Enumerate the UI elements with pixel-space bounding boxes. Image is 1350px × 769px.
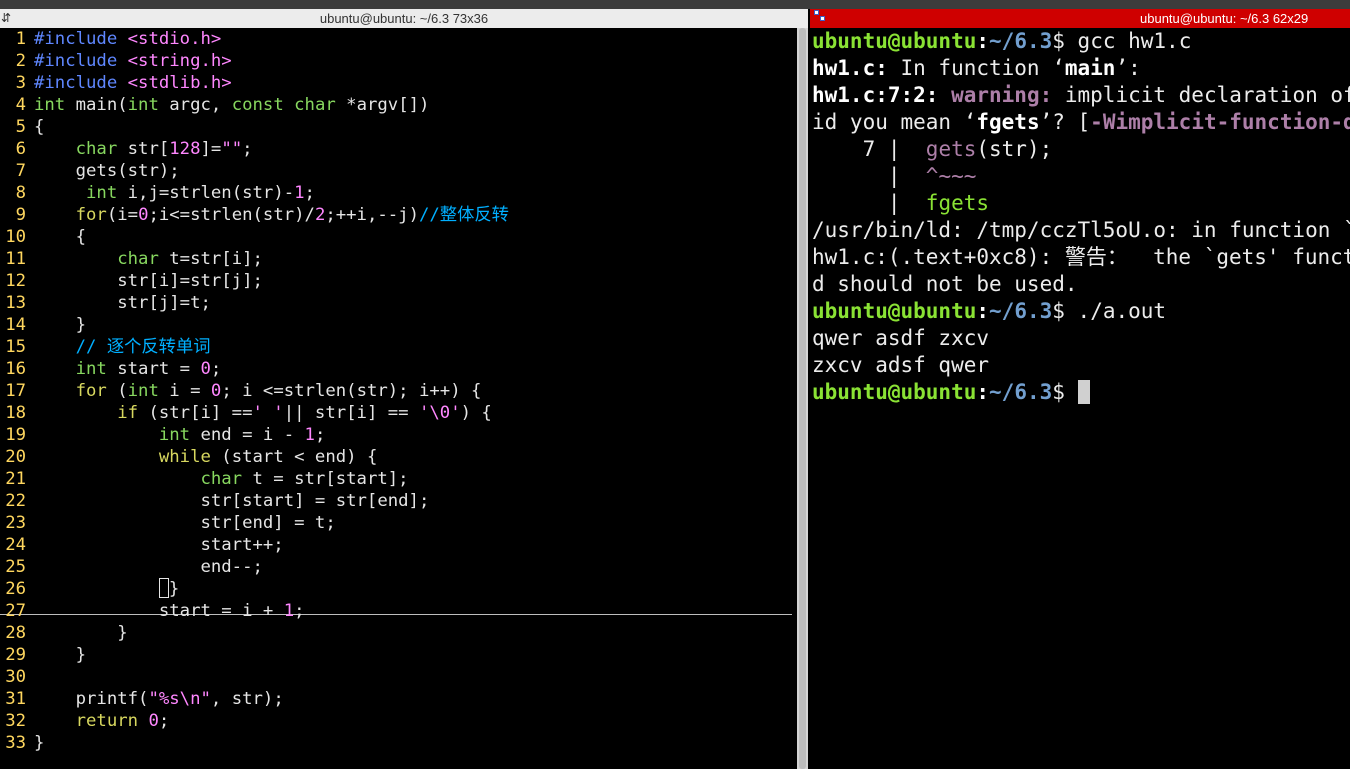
line-number: 21 (5, 469, 26, 489)
line-number: 19 (5, 425, 26, 445)
code-line: 18 if (str[i] ==' '|| str[i] == '\0') { (0, 402, 796, 424)
line-number: 3 (15, 73, 26, 93)
line-number: 2 (15, 51, 26, 71)
line-number: 26 (5, 579, 26, 599)
code-line: 20 while (start < end) { (0, 446, 796, 468)
code-line: 33} (0, 732, 796, 754)
window-menu-icon[interactable]: ⇵ (1, 9, 11, 28)
code-line: 5{ (0, 116, 796, 138)
scrollbar-thumb[interactable] (799, 28, 806, 769)
code-line: 25 end--; (0, 556, 796, 578)
output-line: hw1.c:7:2: warning: implicit declaration… (812, 83, 1350, 107)
line-number: 14 (5, 315, 26, 335)
code-line: 12 str[i]=str[j]; (0, 270, 796, 292)
code-line: 19 int end = i - 1; (0, 424, 796, 446)
code-line: 2 #include <string.h> (0, 50, 796, 72)
scrollbar[interactable] (797, 28, 808, 769)
code-line: 21 char t = str[start]; (0, 468, 796, 490)
top-strip (0, 0, 1350, 9)
terminal-window-right[interactable]: ubuntu@ubuntu: ~/6.3 62x29 ubuntu@ubuntu… (810, 9, 1350, 769)
line-number: 23 (5, 513, 26, 533)
line-number: 6 (15, 139, 26, 159)
code-line: 23 str[end] = t; (0, 512, 796, 534)
line-number: 17 (5, 381, 26, 401)
output-line: | fgets (812, 191, 990, 215)
line-number: 9 (15, 205, 26, 225)
code-line: 4 int main(int argc, const char *argv[]) (0, 94, 796, 116)
line-number: 15 (5, 337, 26, 357)
line-number: 20 (5, 447, 26, 467)
output-line: id you mean ‘fgets’? [-Wimplicit-functio… (812, 110, 1350, 134)
code-line: 16 int start = 0; (0, 358, 796, 380)
code-line: 9 for(i=0;i<=strlen(str)/2;++i,--j)//整体反… (0, 204, 796, 226)
output-line: zxcv adsf qwer (812, 353, 990, 377)
line-number: 18 (5, 403, 26, 423)
line-number: 25 (5, 557, 26, 577)
terminal-output[interactable]: ubuntu@ubuntu:~/6.3$ gcc hw1.c hw1.c: In… (812, 28, 1350, 406)
code-line: 11 char t=str[i]; (0, 248, 796, 270)
code-line: 7 gets(str); (0, 160, 796, 182)
output-line: /usr/bin/ld: /tmp/cczTl5oU.o: in functio… (812, 218, 1350, 242)
code-line: 28 } (0, 622, 796, 644)
code-line: 15 // 逐个反转单词 (0, 336, 796, 358)
code-line: 17 for (int i = 0; i <=strlen(str); i++)… (0, 380, 796, 402)
output-line: d should not be used. (812, 272, 1078, 296)
window-title-right: ubuntu@ubuntu: ~/6.3 62x29 (1140, 11, 1309, 26)
code-line: 6 char str[128]=""; (0, 138, 796, 160)
line-number: 13 (5, 293, 26, 313)
code-line: 22 str[start] = str[end]; (0, 490, 796, 512)
line-number: 10 (5, 227, 26, 247)
code-line-current: 26 } (0, 578, 796, 600)
line-number: 5 (15, 117, 26, 137)
line-number: 30 (5, 667, 26, 687)
code-line: 24 start++; (0, 534, 796, 556)
code-line: 3 #include <stdlib.h> (0, 72, 796, 94)
terminal-cursor (1077, 380, 1090, 404)
line-number: 7 (15, 161, 26, 181)
terminal-window-left[interactable]: ⇵ ubuntu@ubuntu: ~/6.3 73x36 1 #include <… (0, 9, 808, 769)
prompt-line: ubuntu@ubuntu:~/6.3$ ./a.out (812, 299, 1167, 323)
line-number: 1 (15, 29, 26, 49)
code-line: 14 } (0, 314, 796, 336)
line-number: 32 (5, 711, 26, 731)
line-number: 31 (5, 689, 26, 709)
prompt-line[interactable]: ubuntu@ubuntu:~/6.3$ (812, 379, 1350, 406)
line-number: 12 (5, 271, 26, 291)
code-line: 13 str[j]=t; (0, 292, 796, 314)
title-bar-left[interactable]: ⇵ ubuntu@ubuntu: ~/6.3 73x36 (0, 9, 808, 28)
code-line: 29 } (0, 644, 796, 666)
code-line: 27 start = i + 1; (0, 600, 796, 622)
output-line: hw1.c: In function ‘main’: (812, 56, 1141, 80)
title-bar-right[interactable]: ubuntu@ubuntu: ~/6.3 62x29 (810, 9, 1350, 28)
window-menu-icon[interactable] (814, 10, 826, 22)
output-line: | ^~~~ (812, 164, 977, 188)
code-line: 32 return 0; (0, 710, 796, 732)
code-line: 1 #include <stdio.h> (0, 28, 796, 50)
line-number: 22 (5, 491, 26, 511)
text-cursor (158, 578, 169, 598)
line-number: 27 (5, 601, 26, 621)
line-number: 16 (5, 359, 26, 379)
code-line: 31 printf("%s\n", str); (0, 688, 796, 710)
line-number: 29 (5, 645, 26, 665)
code-line: 8 int i,j=strlen(str)-1; (0, 182, 796, 204)
line-number: 33 (5, 733, 26, 753)
line-number: 11 (5, 249, 26, 269)
prompt-line: ubuntu@ubuntu:~/6.3$ gcc hw1.c (812, 29, 1192, 53)
window-title-left: ubuntu@ubuntu: ~/6.3 73x36 (319, 11, 489, 26)
line-number: 24 (5, 535, 26, 555)
output-line: qwer asdf zxcv (812, 326, 990, 350)
code-line: 10 { (0, 226, 796, 248)
output-line: hw1.c:(.text+0xc8): 警告： the `gets' funct… (812, 245, 1350, 269)
line-number: 8 (15, 183, 26, 203)
output-line: 7 | gets(str); (812, 137, 1053, 161)
vim-editor[interactable]: 1 #include <stdio.h> 2 #include <string.h>… (0, 28, 796, 769)
line-number: 28 (5, 623, 26, 643)
code-line: 30 (0, 666, 796, 688)
line-number: 4 (15, 95, 26, 115)
